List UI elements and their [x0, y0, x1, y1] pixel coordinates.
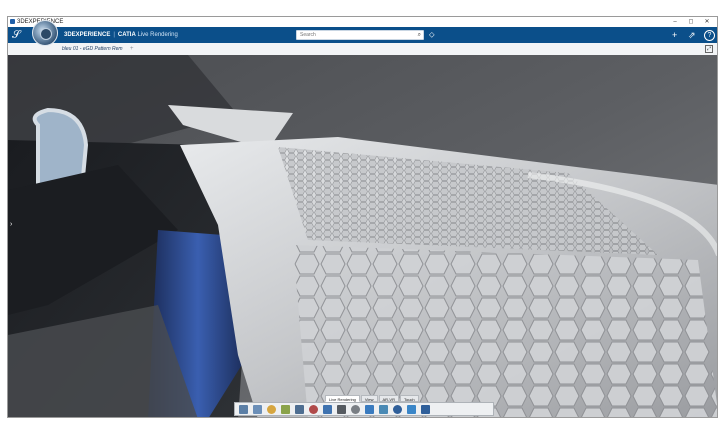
capture-icon[interactable]	[337, 404, 346, 414]
action-bar-tabs: Live Rendering View AR-VR Touch	[325, 395, 420, 402]
stickers-icon[interactable]	[309, 404, 318, 414]
panel-icon[interactable]	[407, 404, 416, 414]
help-icon[interactable]	[393, 404, 402, 414]
action-tab-view[interactable]: View	[360, 395, 378, 402]
brand-label: 3DEXPERIENCE | CATIA Live Rendering	[64, 30, 178, 40]
action-tab-touch[interactable]: Touch	[399, 395, 419, 402]
render-icon[interactable]	[239, 404, 248, 414]
large-hex-pattern	[293, 245, 717, 417]
add-icon[interactable]: +	[672, 29, 677, 41]
compass-center[interactable]	[40, 28, 52, 40]
add-tab-icon[interactable]: +	[130, 43, 134, 55]
search-icon[interactable]: ⌕	[418, 31, 421, 39]
3d-viewport[interactable]: › Live Rendering View AR-VR Touch	[8, 55, 717, 417]
materials-icon[interactable]	[281, 404, 290, 414]
settings-icon[interactable]	[351, 404, 360, 414]
brand-name: 3DEXPERIENCE	[64, 32, 111, 38]
close-button[interactable]: ✕	[700, 17, 714, 27]
minimize-button[interactable]: –	[668, 17, 682, 27]
turntable-icon[interactable]	[323, 404, 332, 414]
top-bar: 𝒮 3DEXPERIENCE|CATIA Live Rendering ⌕ ⬦ …	[8, 27, 717, 43]
search-box[interactable]: ⌕	[296, 30, 424, 40]
help-icon[interactable]: ?	[704, 30, 715, 41]
camera-icon[interactable]	[295, 404, 304, 414]
action-tab-live-rendering[interactable]: Live Rendering	[325, 395, 360, 402]
app-icon	[10, 19, 15, 24]
brand-app-name: Live Rendering	[137, 32, 178, 38]
image-icon[interactable]	[365, 404, 374, 414]
restore-view-icon[interactable]: ⤢	[705, 45, 713, 53]
brand-separator: |	[113, 32, 115, 38]
share-icon[interactable]	[421, 404, 430, 414]
action-tab-ar-vr[interactable]: AR-VR	[378, 395, 399, 402]
environment-icon[interactable]	[253, 404, 262, 414]
ds-logo-icon[interactable]: 𝒮	[12, 28, 21, 42]
window-titlebar: 3DEXPERIENCE – ◻ ✕	[8, 17, 717, 27]
share-icon[interactable]: ⇗	[688, 29, 696, 41]
side-panel-toggle[interactable]: ›	[10, 221, 12, 228]
maximize-button[interactable]: ◻	[684, 17, 698, 27]
compass-icon[interactable]	[32, 20, 58, 46]
app-window: 3DEXPERIENCE – ◻ ✕ 𝒮 3DEXPERIENCE|CATIA …	[7, 16, 718, 418]
lights-icon[interactable]	[267, 404, 276, 414]
search-input[interactable]	[297, 31, 412, 39]
render-scene	[8, 55, 717, 417]
action-bar	[234, 402, 494, 416]
export-icon[interactable]	[379, 404, 388, 414]
brand-product: CATIA	[117, 32, 136, 38]
tag-icon[interactable]: ⬦	[429, 29, 435, 41]
